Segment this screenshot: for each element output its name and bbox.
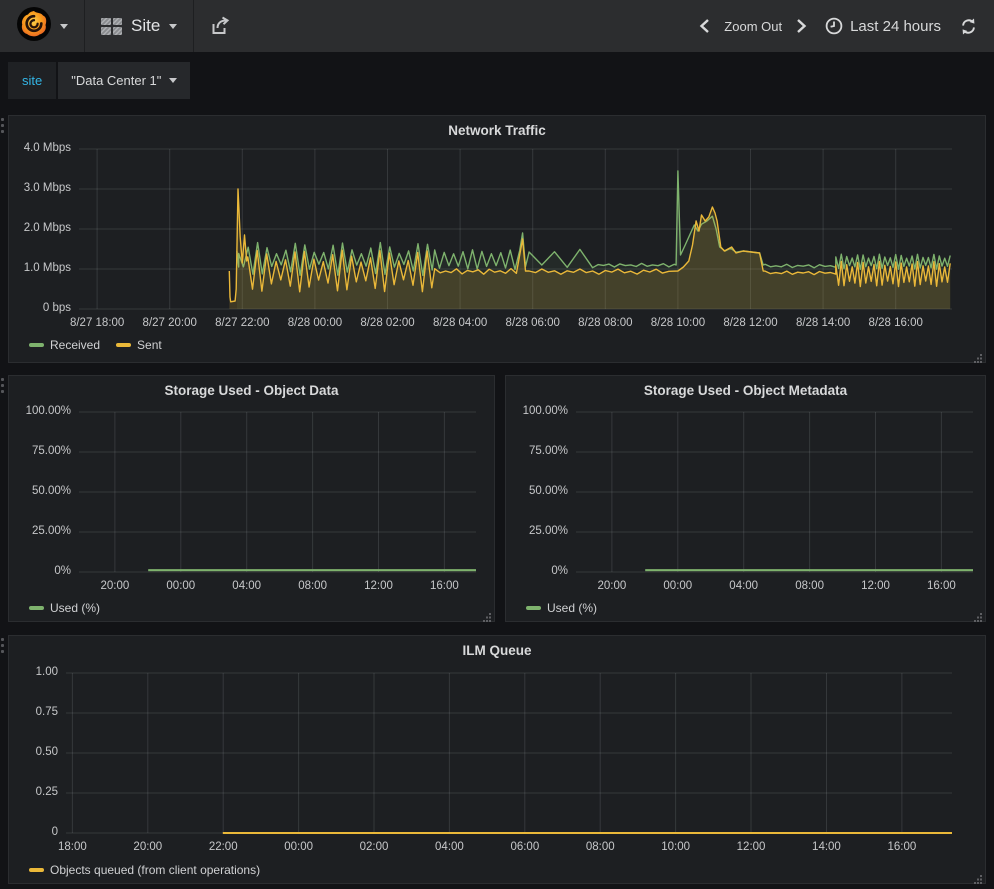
refresh-dashboard-button[interactable] — [959, 17, 978, 36]
y-axis-tick-label: 1.0 Mbps — [9, 262, 71, 274]
y-axis-tick-label: 100.00% — [506, 405, 568, 417]
share-icon — [210, 16, 230, 36]
y-axis-tick-label: 4.0 Mbps — [9, 142, 71, 154]
panel-resize-handle[interactable] — [973, 350, 983, 360]
legend-item[interactable]: Used (%) — [526, 601, 597, 615]
template-variables: site "Data Center 1" — [8, 62, 190, 99]
y-axis-tick-label: 3.0 Mbps — [9, 182, 71, 194]
y-axis-tick-label: 0% — [506, 565, 568, 577]
x-axis-tick-label: 8/28 16:00 — [851, 317, 941, 329]
row-drag-handle[interactable] — [1, 378, 6, 393]
chart-legend: Used (%) — [526, 601, 597, 615]
variable-site-value: "Data Center 1" — [71, 73, 161, 88]
panel-ilm-queue: ILM Queue Objects queued (from client op… — [8, 635, 986, 884]
y-axis-tick-label: 1.00 — [9, 666, 58, 678]
panel-title[interactable]: ILM Queue — [9, 643, 985, 658]
panel-title[interactable]: Network Traffic — [9, 123, 985, 138]
y-axis-tick-label: 100.00% — [9, 405, 71, 417]
chevron-right-icon — [796, 18, 807, 34]
legend-series-swatch — [29, 343, 44, 347]
panel-network-traffic: Network Traffic Received Sent 0 bps 1.0 Mb… — [8, 115, 986, 363]
legend-series-label: Used (%) — [547, 601, 597, 615]
x-axis-tick-label: 16:00 — [857, 841, 947, 853]
chart-legend: Objects queued (from client operations) — [29, 863, 260, 877]
panel-resize-handle[interactable] — [973, 609, 983, 619]
panel-storage-object-data: Storage Used - Object Data Used (%) 0% 25… — [8, 375, 495, 622]
time-range-picker[interactable]: Last 24 hours — [825, 17, 941, 35]
y-axis-tick-label: 75.00% — [9, 445, 71, 457]
grafana-menu[interactable] — [0, 0, 85, 52]
y-axis-tick-label: 0 bps — [9, 302, 71, 314]
y-axis-tick-label: 25.00% — [506, 525, 568, 537]
panel-title[interactable]: Storage Used - Object Metadata — [506, 383, 985, 398]
legend-series-label: Sent — [137, 338, 162, 352]
time-range-label: Last 24 hours — [850, 18, 941, 35]
y-axis-tick-label: 25.00% — [9, 525, 71, 537]
row-drag-handle[interactable] — [1, 118, 6, 133]
row-drag-handle[interactable] — [1, 638, 6, 653]
zoom-out-button[interactable]: Zoom Out — [724, 19, 782, 34]
y-axis-tick-label: 75.00% — [506, 445, 568, 457]
variable-site-dropdown[interactable]: "Data Center 1" — [58, 62, 190, 99]
variable-site-label: site — [8, 62, 56, 99]
y-axis-tick-label: 0.50 — [9, 746, 58, 758]
chart-legend: Received Sent — [29, 338, 162, 352]
top-navbar: Site Zoom Out Last 2 — [0, 0, 994, 52]
panel-storage-object-metadata: Storage Used - Object Metadata Used (%) … — [505, 375, 986, 622]
legend-item[interactable]: Sent — [116, 338, 162, 352]
grafana-logo-icon — [16, 6, 52, 47]
y-axis-tick-label: 0.25 — [9, 786, 58, 798]
x-axis-tick-label: 16:00 — [896, 580, 986, 592]
dashboard-picker[interactable]: Site — [85, 0, 194, 52]
legend-series-swatch — [29, 868, 44, 872]
y-axis-tick-label: 2.0 Mbps — [9, 222, 71, 234]
panel-resize-handle[interactable] — [973, 871, 983, 881]
legend-item[interactable]: Received — [29, 338, 100, 352]
storage-object-data-chart[interactable] — [79, 412, 476, 572]
dashboard-title: Site — [131, 16, 160, 36]
legend-series-label: Objects queued (from client operations) — [50, 863, 260, 877]
grafana-menu-caret-icon — [60, 24, 68, 29]
grafana-logo-button[interactable] — [16, 6, 68, 47]
storage-object-metadata-chart[interactable] — [576, 412, 973, 572]
legend-item[interactable]: Used (%) — [29, 601, 100, 615]
legend-series-label: Used (%) — [50, 601, 100, 615]
ilm-queue-chart[interactable] — [66, 673, 952, 833]
legend-series-swatch — [526, 606, 541, 610]
y-axis-tick-label: 50.00% — [9, 485, 71, 497]
y-axis-tick-label: 0.75 — [9, 706, 58, 718]
variable-caret-icon — [169, 78, 177, 83]
network-traffic-chart[interactable] — [79, 149, 952, 309]
share-dashboard-button[interactable] — [210, 16, 230, 36]
time-shift-back-button[interactable] — [699, 18, 710, 34]
panel-title[interactable]: Storage Used - Object Data — [9, 383, 494, 398]
x-axis-tick-label: 16:00 — [399, 580, 489, 592]
dashboard-caret-icon — [169, 24, 177, 29]
y-axis-tick-label: 0% — [9, 565, 71, 577]
legend-series-label: Received — [50, 338, 100, 352]
panel-resize-handle[interactable] — [482, 609, 492, 619]
clock-icon — [825, 17, 843, 35]
refresh-icon — [959, 17, 978, 36]
time-shift-forward-button[interactable] — [796, 18, 807, 34]
legend-series-swatch — [29, 606, 44, 610]
y-axis-tick-label: 0 — [9, 826, 58, 838]
chart-legend: Used (%) — [29, 601, 100, 615]
y-axis-tick-label: 50.00% — [506, 485, 568, 497]
dashboard-grid-icon — [101, 18, 122, 35]
chevron-left-icon — [699, 18, 710, 34]
legend-item[interactable]: Objects queued (from client operations) — [29, 863, 260, 877]
legend-series-swatch — [116, 343, 131, 347]
